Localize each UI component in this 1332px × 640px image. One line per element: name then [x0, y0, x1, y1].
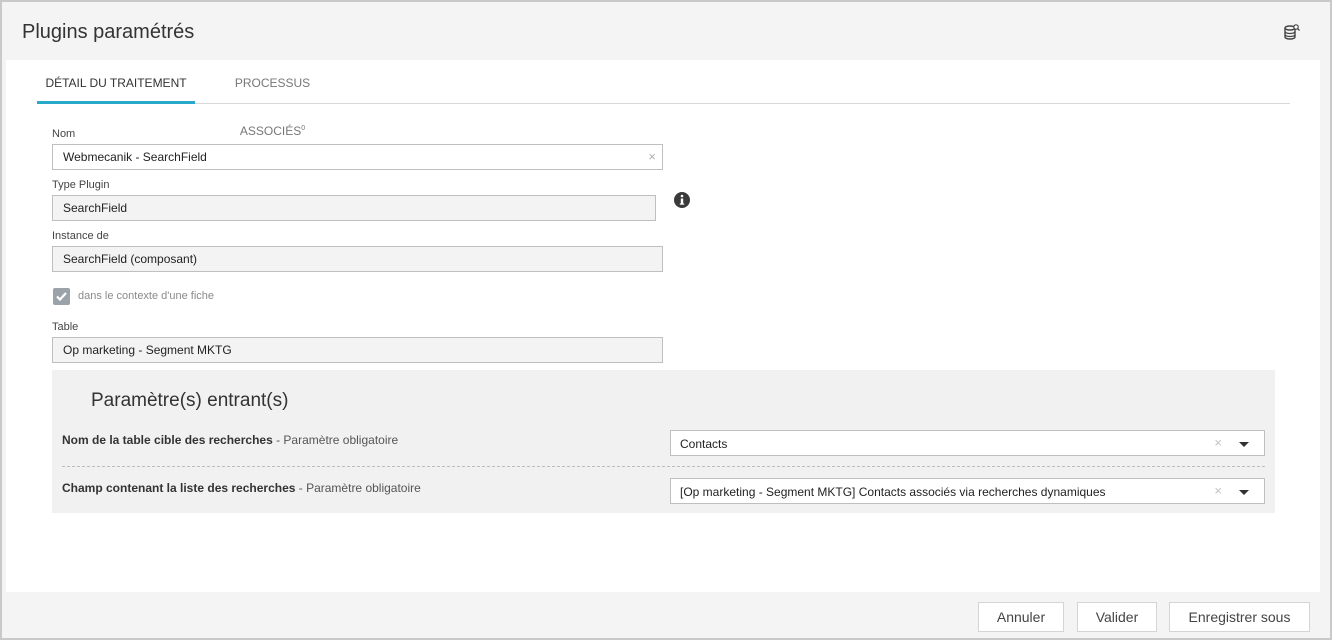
table-label: Table [52, 321, 79, 333]
tab-detail-traitement[interactable]: DÉTAIL DU TRAITEMENT [37, 60, 195, 104]
cancel-button[interactable]: Annuler [978, 602, 1064, 632]
plugin-dialog: Plugins paramétrés DÉTAIL DU TRAITEMENT … [0, 0, 1332, 640]
tab-count: 0 [301, 125, 306, 132]
select-value: Contacts [680, 437, 728, 451]
type-plugin-label: Type Plugin [52, 179, 110, 191]
params-panel: Paramètre(s) entrant(s) Nom de la table … [52, 370, 1275, 513]
type-plugin-field: SearchField [52, 195, 656, 221]
type-plugin-value: SearchField [63, 201, 128, 215]
save-as-button[interactable]: Enregistrer sous [1169, 602, 1310, 632]
clear-selection-icon[interactable]: × [1214, 484, 1222, 498]
param-label-table-cible: Nom de la table cible des recherches - P… [62, 433, 398, 447]
chevron-down-icon[interactable] [1239, 490, 1249, 495]
tab-label: DÉTAIL DU TRAITEMENT [45, 76, 187, 90]
param-divider [62, 466, 1265, 467]
nom-label: Nom [52, 128, 76, 140]
table-value: Op marketing - Segment MKTG [63, 343, 232, 357]
dialog-header: Plugins paramétrés [2, 2, 1330, 60]
tab-label: PROCESSUS ASSOCIÉS [234, 76, 311, 138]
instance-label: Instance de [52, 230, 109, 242]
param-name: Champ contenant la liste des recherches [62, 481, 296, 495]
tab-processus-associes[interactable]: PROCESSUS ASSOCIÉS0 [210, 60, 335, 138]
param-name: Nom de la table cible des recherches [62, 433, 273, 447]
nom-value: Webmecanik - SearchField [63, 150, 207, 164]
param-required: - Paramètre obligatoire [272, 433, 399, 447]
param-label-champ-liste: Champ contenant la liste des recherches … [62, 481, 421, 495]
dialog-content: DÉTAIL DU TRAITEMENT PROCESSUS ASSOCIÉS0… [6, 60, 1320, 592]
instance-value: SearchField (composant) [63, 252, 198, 266]
database-search-icon[interactable] [1284, 24, 1300, 42]
select-value: [Op marketing - Segment MKTG] Contacts a… [680, 485, 1106, 499]
context-checkbox[interactable] [53, 288, 70, 305]
table-field: Op marketing - Segment MKTG [52, 337, 663, 363]
chevron-down-icon[interactable] [1239, 442, 1249, 447]
clear-nom-icon[interactable]: × [648, 150, 656, 164]
table-cible-select[interactable]: Contacts × [670, 430, 1265, 456]
champ-liste-select[interactable]: [Op marketing - Segment MKTG] Contacts a… [670, 478, 1265, 504]
info-icon[interactable] [673, 191, 691, 209]
checkmark-icon [56, 292, 67, 302]
dialog-title: Plugins paramétrés [22, 21, 195, 43]
nom-field[interactable]: Webmecanik - SearchField × [52, 144, 663, 170]
context-checkbox-label: dans le contexte d'une fiche [78, 290, 215, 302]
tab-bar: DÉTAIL DU TRAITEMENT PROCESSUS ASSOCIÉS0 [37, 60, 1290, 138]
params-title: Paramètre(s) entrant(s) [91, 390, 289, 411]
clear-selection-icon[interactable]: × [1214, 436, 1222, 450]
param-required: - Paramètre obligatoire [295, 481, 421, 495]
instance-field: SearchField (composant) [52, 246, 663, 272]
validate-button[interactable]: Valider [1077, 602, 1157, 632]
